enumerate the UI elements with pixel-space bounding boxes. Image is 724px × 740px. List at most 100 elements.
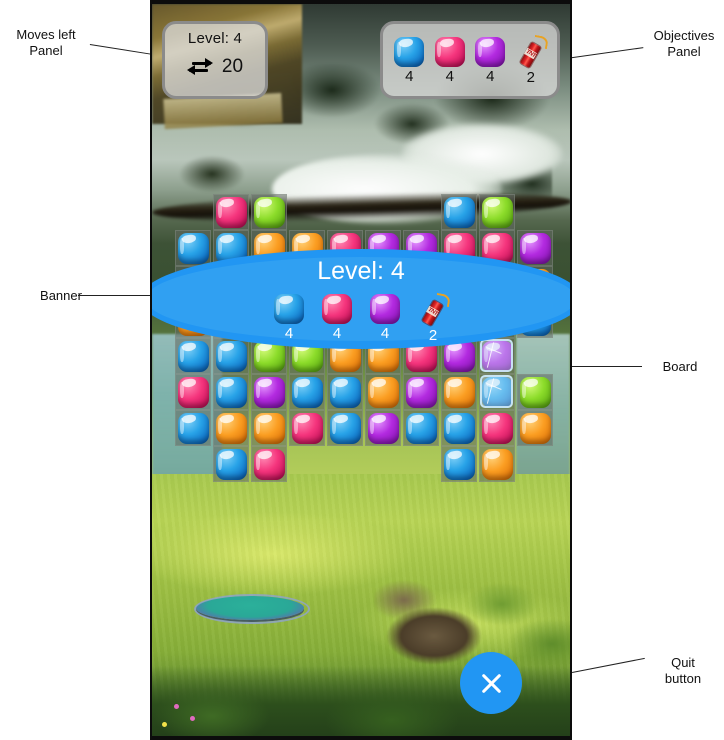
game-screen: Level: 4 20 4 4 4 TNT 2 Level: 4 4 4 4 T… [152,4,570,736]
blue-candy-icon [215,448,247,480]
green-candy-icon [481,196,513,228]
board-tile[interactable] [516,374,554,410]
swap-arrows-icon [186,58,213,76]
board-row [174,194,554,230]
board-empty-cell [516,194,554,230]
objective-item-pink: 4 [434,36,465,85]
board-tile[interactable] [478,374,516,410]
quit-button[interactable] [460,652,522,714]
objective-count: 4 [445,67,454,85]
board-tile[interactable] [326,410,364,446]
board-tile[interactable] [364,410,402,446]
board-empty-cell [288,446,326,482]
board-tile[interactable] [402,374,440,410]
board-empty-cell [402,194,440,230]
pink-candy-icon [291,412,323,444]
board-tile[interactable] [364,374,402,410]
board-tile[interactable] [250,194,288,230]
board-tile[interactable] [174,374,212,410]
objective-item-blue: 4 [394,36,425,85]
blue-candy-icon [329,376,361,408]
board-tile[interactable] [212,446,250,482]
board-tile[interactable] [174,410,212,446]
banner-objective-tnt: TNT 2 [418,292,451,343]
board-empty-cell [174,446,212,482]
board-empty-cell [364,446,402,482]
banner-content: Level: 4 4 4 4 TNT 2 [152,249,570,349]
background-flower [174,704,179,709]
board-tile[interactable] [212,194,250,230]
orange-candy-icon [367,376,399,408]
board-tile[interactable] [326,374,364,410]
purple-candy-icon [475,36,506,67]
board-empty-cell [516,446,554,482]
close-x-icon [460,652,522,714]
tnt-icon: TNT [418,292,451,327]
board-tile[interactable] [478,410,516,446]
orange-candy-icon [253,412,285,444]
ice-frame-icon [480,375,513,408]
board-tile[interactable] [478,194,516,230]
board-tile[interactable] [288,374,326,410]
phone-frame: Level: 4 20 4 4 4 TNT 2 Level: 4 4 4 4 T… [150,0,572,740]
pink-candy-icon [177,376,209,408]
board-tile[interactable] [440,446,478,482]
objective-count: 4 [380,325,390,342]
green-candy-icon [253,196,285,228]
blue-candy-icon [291,376,323,408]
banner-title: Level: 4 [317,257,405,285]
board-row [174,446,554,482]
orange-candy-icon [443,376,475,408]
leader-line-banner [78,295,152,296]
board-tile[interactable] [212,410,250,446]
objective-count: 2 [526,68,535,86]
board-row [174,410,554,446]
board-tile[interactable] [478,446,516,482]
green-candy-icon [519,376,551,408]
board-tile[interactable] [212,374,250,410]
leader-line-board [570,366,642,367]
pink-candy-icon [322,294,352,324]
blue-candy-icon [443,196,475,228]
annotation-quit-button: Quit button [664,655,702,687]
level-label: Level: 4 [187,30,243,47]
annotation-moves-left-panel: Moves left Panel [16,27,76,59]
board-empty-cell [402,446,440,482]
board-empty-cell [288,194,326,230]
objective-item-tnt: TNT 2 [516,34,549,86]
banner-objectives: 4 4 4 TNT 2 [152,292,570,343]
board-tile[interactable] [250,446,288,482]
blue-candy-icon [443,412,475,444]
board-tile[interactable] [440,374,478,410]
annotation-banner: Banner [40,288,82,303]
pink-candy-icon [215,196,247,228]
banner-objective-pink: 4 [322,294,352,343]
board-empty-cell [174,194,212,230]
annotation-objectives-panel: Objectives Panel [653,28,715,60]
board-tile[interactable] [250,410,288,446]
blue-candy-icon [215,376,247,408]
blue-candy-icon [274,294,304,324]
objective-count: 4 [284,325,294,342]
board-tile[interactable] [440,194,478,230]
board-tile[interactable] [516,410,554,446]
objective-count: 4 [332,325,342,342]
orange-candy-icon [481,448,513,480]
orange-candy-icon [215,412,247,444]
banner-objective-blue: 4 [274,294,304,343]
background-flower [162,722,167,727]
objective-count: 4 [405,67,414,85]
banner-objective-purple: 4 [370,294,400,343]
objective-item-purple: 4 [475,36,506,84]
board-tile[interactable] [250,374,288,410]
leader-line-quit-button [572,657,645,673]
blue-candy-icon [329,412,361,444]
blue-candy-icon [405,412,437,444]
leader-line-moves-left-panel [89,44,152,55]
board-tile[interactable] [440,410,478,446]
board-tile[interactable] [288,410,326,446]
board-tile[interactable] [402,410,440,446]
pink-candy-icon [253,448,285,480]
board-empty-cell [326,194,364,230]
board-row [174,374,554,410]
